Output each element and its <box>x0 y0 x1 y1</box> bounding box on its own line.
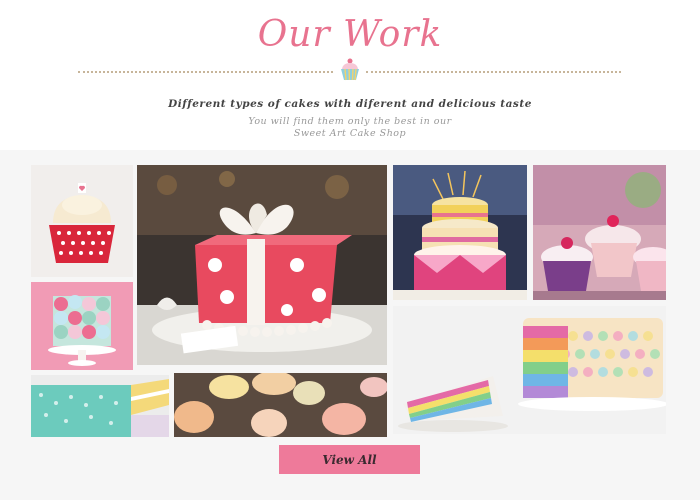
gallery-item-cupcake-heart[interactable] <box>31 165 133 277</box>
cupcake-icon <box>341 58 359 81</box>
section-title: Our Work <box>257 14 443 55</box>
header-section: Our Work Different types of cakes with d… <box>0 0 700 150</box>
gallery-item-rosette-cake[interactable] <box>31 282 133 370</box>
divider-left <box>78 71 333 73</box>
gallery-item-pastel-cupcakes[interactable] <box>533 165 666 300</box>
section-subtext-line1: You will find them only the best in our <box>248 116 452 127</box>
gallery-item-teal-cake[interactable] <box>31 375 169 437</box>
gallery-item-gift-cake[interactable] <box>137 165 387 365</box>
section-subtext-line2: Sweet Art Cake Shop <box>293 128 407 139</box>
gallery-item-frosted-cupcakes[interactable] <box>174 373 387 437</box>
section-tagline: Different types of cakes with diferent a… <box>168 98 532 110</box>
gallery-item-rainbow-cake[interactable] <box>393 306 666 434</box>
divider-right <box>366 71 621 73</box>
gallery-item-tiered-cake[interactable] <box>393 165 527 300</box>
view-all-button[interactable]: View All <box>279 445 420 474</box>
